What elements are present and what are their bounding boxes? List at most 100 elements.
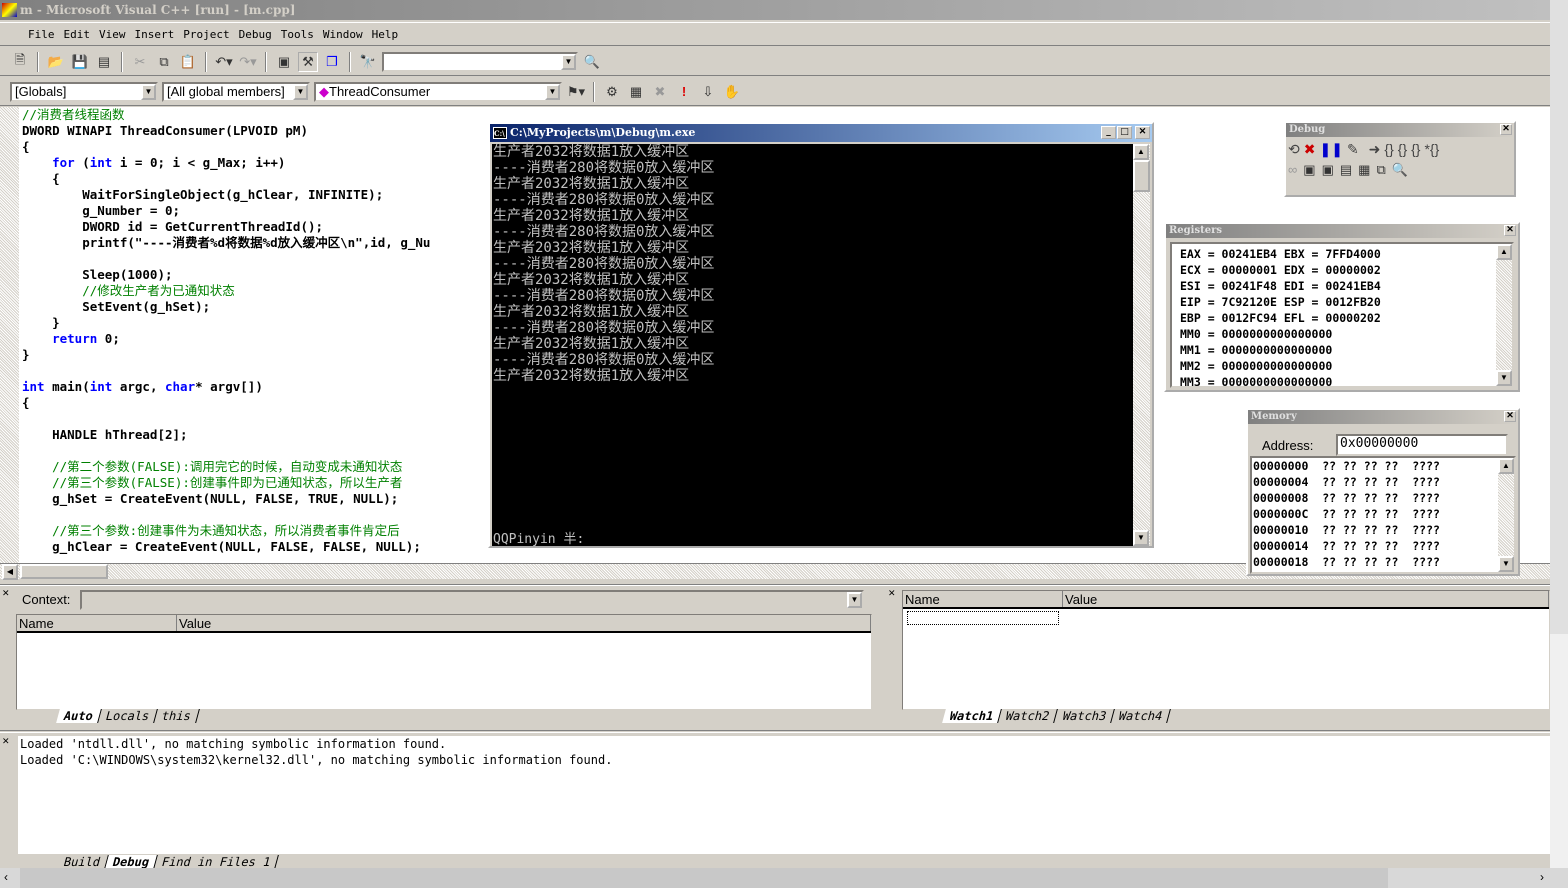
run-to-cursor-icon[interactable]: *{} bbox=[1424, 141, 1439, 158]
scroll-right-icon[interactable]: › bbox=[1540, 870, 1544, 884]
save-icon[interactable]: 💾 bbox=[70, 52, 90, 72]
close-icon[interactable]: ✕ bbox=[2, 736, 10, 747]
filter-combo[interactable]: [All global members] ▼ bbox=[162, 81, 310, 102]
tab-auto[interactable]: Auto bbox=[56, 709, 102, 723]
call-stack-icon[interactable]: ⧉ bbox=[1376, 162, 1385, 178]
chevron-down-icon[interactable]: ▼ bbox=[141, 83, 156, 100]
build-icon[interactable]: ▦ bbox=[626, 82, 646, 102]
scroll-up-icon[interactable]: ▲ bbox=[1498, 458, 1514, 474]
code-line[interactable] bbox=[22, 411, 430, 427]
tab-watch2[interactable]: Watch2 bbox=[998, 709, 1059, 723]
close-icon[interactable]: ✕ bbox=[888, 588, 896, 599]
new-text-file-icon[interactable]: 🗎 bbox=[10, 52, 30, 72]
memory-icon[interactable]: ▦ bbox=[1358, 162, 1370, 178]
window-list-icon[interactable]: ❐ bbox=[322, 52, 342, 72]
scroll-thumb[interactable] bbox=[1133, 160, 1150, 192]
registers-list[interactable]: EAX = 00241EB4 EBX = 7FFD4000 ECX = 00000… bbox=[1170, 242, 1514, 388]
code-line[interactable]: return 0; bbox=[22, 331, 430, 347]
code-line[interactable]: Sleep(1000); bbox=[22, 267, 430, 283]
menu-window[interactable]: Window bbox=[323, 28, 363, 41]
code-line[interactable]: } bbox=[22, 347, 430, 363]
memory-scrollbar[interactable]: ▲ ▼ bbox=[1498, 458, 1514, 572]
chevron-down-icon[interactable]: ▼ bbox=[847, 592, 862, 608]
minimize-button[interactable]: _ bbox=[1101, 126, 1116, 139]
undo-icon[interactable]: ↶▾ bbox=[214, 52, 234, 72]
console-window[interactable]: C:\ C:\MyProjects\m\Debug\m.exe _ □ ✕ 生产… bbox=[488, 122, 1154, 548]
register-row[interactable]: EBP = 0012FC94 EFL = 00000202 bbox=[1180, 310, 1512, 326]
column-name[interactable]: Name bbox=[903, 591, 1063, 607]
tab-this[interactable]: this bbox=[154, 709, 201, 723]
scroll-down-icon[interactable]: ▼ bbox=[1133, 530, 1149, 546]
chevron-down-icon[interactable]: ▼ bbox=[293, 83, 308, 100]
stop-build-icon[interactable]: ✖ bbox=[650, 82, 670, 102]
find-icon[interactable]: 🔍 bbox=[582, 52, 602, 72]
output-line[interactable]: Loaded 'C:\WINDOWS\system32\kernel32.dll… bbox=[20, 752, 1550, 768]
scroll-thumb[interactable] bbox=[20, 868, 1388, 888]
scroll-thumb[interactable] bbox=[20, 564, 108, 579]
code-line[interactable]: int main(int argc, char* argv[]) bbox=[22, 379, 430, 395]
memory-row[interactable]: 00000010 ?? ?? ?? ?? ???? bbox=[1253, 522, 1514, 538]
redo-icon[interactable]: ↷▾ bbox=[238, 52, 258, 72]
main-horizontal-scrollbar[interactable]: ‹ › bbox=[0, 868, 1568, 888]
memory-row[interactable]: 00000004 ?? ?? ?? ?? ???? bbox=[1253, 474, 1514, 490]
code-line[interactable]: { bbox=[22, 171, 430, 187]
output-line[interactable]: Loaded 'ntdll.dll', no matching symbolic… bbox=[20, 736, 1550, 752]
find-combo[interactable]: ▼ bbox=[382, 51, 578, 72]
tab-watch4[interactable]: Watch4 bbox=[1111, 709, 1172, 723]
variables-icon[interactable]: ▣ bbox=[1322, 162, 1334, 178]
code-line[interactable]: //第三个参数:创建事件为未通知状态，所以消费者事件肯定后 bbox=[22, 523, 430, 539]
menu-edit[interactable]: Edit bbox=[64, 28, 91, 41]
menu-view[interactable]: View bbox=[99, 28, 126, 41]
register-row[interactable]: ESI = 00241F48 EDI = 00241EB4 bbox=[1180, 278, 1512, 294]
breakpoint-icon[interactable]: ✋ bbox=[722, 82, 742, 102]
save-all-icon[interactable]: ▤ bbox=[94, 52, 114, 72]
code-line[interactable]: HANDLE hThread[2]; bbox=[22, 427, 430, 443]
scroll-left-icon[interactable]: ‹ bbox=[4, 870, 8, 884]
menu-file[interactable]: File bbox=[28, 28, 55, 41]
code-line[interactable]: DWORD WINAPI ThreadConsumer(LPVOID pM) bbox=[22, 123, 430, 139]
find-in-files-icon[interactable]: 🔭 bbox=[358, 52, 378, 72]
scroll-down-icon[interactable]: ▼ bbox=[1498, 556, 1514, 572]
watch-list[interactable]: Name Value bbox=[902, 590, 1550, 710]
menu-tools[interactable]: Tools bbox=[281, 28, 314, 41]
scroll-up-icon[interactable]: ▲ bbox=[1496, 244, 1512, 260]
close-icon[interactable]: ✕ bbox=[2, 588, 10, 599]
scroll-thumb[interactable] bbox=[1550, 0, 1568, 634]
console-scrollbar[interactable]: ▲ ▼ bbox=[1133, 144, 1150, 546]
maximize-button[interactable]: □ bbox=[1117, 126, 1132, 139]
memory-row[interactable]: 00000008 ?? ?? ?? ?? ???? bbox=[1253, 490, 1514, 506]
column-value[interactable]: Value bbox=[1063, 591, 1549, 607]
memory-row[interactable]: 0000000C ?? ?? ?? ?? ???? bbox=[1253, 506, 1514, 522]
register-row[interactable]: EAX = 00241EB4 EBX = 7FFD4000 bbox=[1180, 246, 1512, 262]
context-combo[interactable]: ▼ bbox=[80, 590, 864, 610]
new-watch-entry[interactable] bbox=[907, 611, 1059, 625]
close-icon[interactable]: ✕ bbox=[1500, 124, 1512, 135]
close-icon[interactable]: ✕ bbox=[1504, 411, 1516, 422]
code-line[interactable]: //第二个参数(FALSE):调用完它的时候，自动变成未通知状态 bbox=[22, 459, 430, 475]
code-line[interactable]: { bbox=[22, 139, 430, 155]
output-window[interactable]: Loaded 'ntdll.dll', no matching symbolic… bbox=[18, 736, 1550, 854]
code-line[interactable]: //修改生产者为已通知状态 bbox=[22, 283, 430, 299]
step-into-icon[interactable]: {} bbox=[1384, 141, 1393, 158]
watch-icon[interactable]: ▣ bbox=[1303, 162, 1315, 178]
disassembly-icon[interactable]: 🔍 bbox=[1392, 162, 1408, 178]
console-output[interactable]: 生产者2032将数据1放入缓冲区 ----消费者280将数据0放入缓冲区 生产者20… bbox=[492, 144, 1134, 546]
close-button[interactable]: ✕ bbox=[1135, 126, 1150, 139]
register-row[interactable]: MM0 = 0000000000000000 bbox=[1180, 326, 1512, 342]
copy-icon[interactable]: ⧉ bbox=[154, 52, 174, 72]
code-line[interactable]: g_hSet = CreateEvent(NULL, FALSE, TRUE, … bbox=[22, 491, 430, 507]
show-next-statement-icon[interactable]: ➜ bbox=[1369, 141, 1381, 158]
register-row[interactable]: MM1 = 0000000000000000 bbox=[1180, 342, 1512, 358]
scope-combo[interactable]: [Globals] ▼ bbox=[10, 81, 158, 102]
scroll-left-icon[interactable]: ◀ bbox=[2, 564, 18, 580]
code-line[interactable] bbox=[22, 251, 430, 267]
chevron-down-icon[interactable]: ▼ bbox=[561, 53, 576, 70]
tab-find-in-files-1[interactable]: Find in Files 1 bbox=[154, 855, 280, 869]
code-line[interactable]: } bbox=[22, 315, 430, 331]
variables-list[interactable]: Name Value bbox=[16, 614, 872, 710]
tab-watch1[interactable]: Watch1 bbox=[942, 709, 1003, 723]
tab-locals[interactable]: Locals bbox=[98, 709, 159, 723]
source-code[interactable]: //消费者线程函数 DWORD WINAPI ThreadConsumer(LPV… bbox=[22, 107, 430, 555]
break-icon[interactable]: ❚❚ bbox=[1319, 141, 1342, 158]
menu-debug[interactable]: Debug bbox=[239, 28, 272, 41]
